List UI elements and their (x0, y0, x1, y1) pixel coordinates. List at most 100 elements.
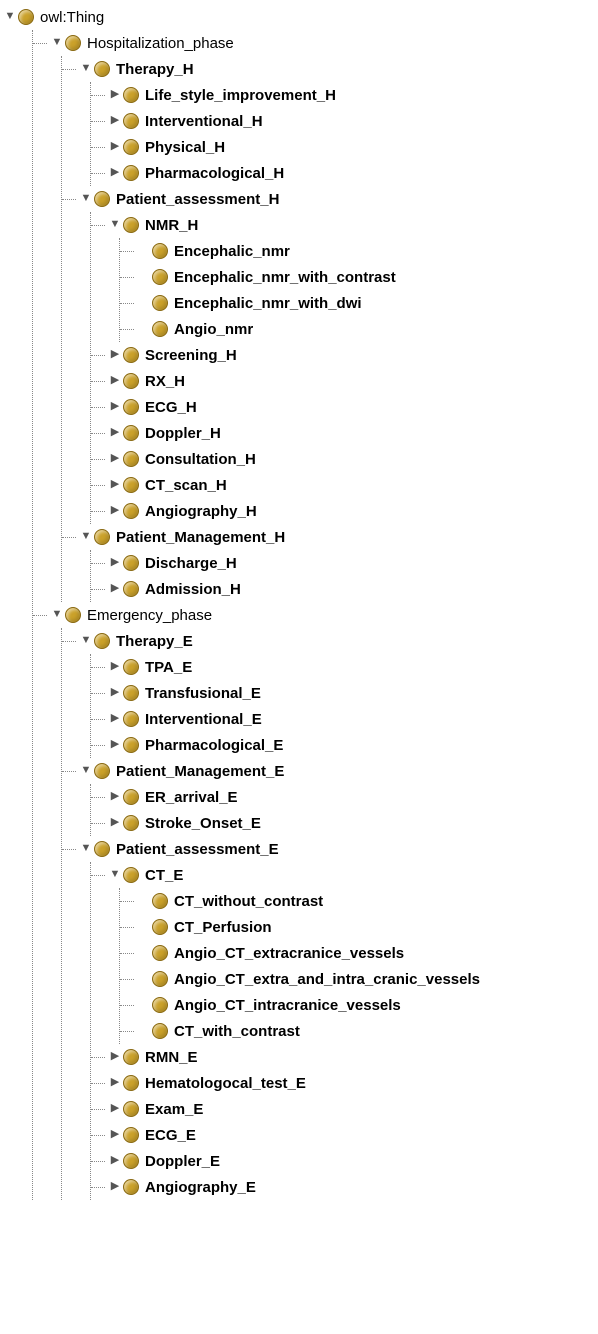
tree-node-angio-ct-extra-and-intra-cranic-vessels[interactable]: Angio_CT_extra_and_intra_cranic_vessels (120, 966, 594, 992)
expand-toggle-open-icon[interactable]: ▼ (109, 217, 121, 232)
tree-node-physical-h[interactable]: ▶Physical_H (91, 134, 594, 160)
tree-node-hematologocal-test-e[interactable]: ▶Hematologocal_test_E (91, 1070, 594, 1096)
tree-node-label: NMR_H (145, 214, 198, 236)
tree-node-label: Angio_nmr (174, 318, 253, 340)
tree-node-rmn-e[interactable]: ▶RMN_E (91, 1044, 594, 1070)
expand-toggle-closed-icon[interactable]: ▶ (109, 1179, 121, 1194)
expand-toggle-closed-icon[interactable]: ▶ (109, 555, 121, 570)
tree-node-label: Angio_CT_intracranice_vessels (174, 994, 401, 1016)
tree-node-tpa-e[interactable]: ▶TPA_E (91, 654, 594, 680)
expand-toggle-closed-icon[interactable]: ▶ (109, 425, 121, 440)
tree-node-stroke-onset-e[interactable]: ▶Stroke_Onset_E (91, 810, 594, 836)
expand-toggle-closed-icon[interactable]: ▶ (109, 113, 121, 128)
expand-toggle-closed-icon[interactable]: ▶ (109, 373, 121, 388)
tree-connector (91, 212, 109, 238)
tree-node-therapy-e[interactable]: ▼Therapy_E (62, 628, 594, 654)
expand-toggle-open-icon[interactable]: ▼ (51, 607, 63, 622)
tree-connector (91, 1122, 109, 1148)
tree-node-admission-h[interactable]: ▶Admission_H (91, 576, 594, 602)
tree-connector (91, 446, 109, 472)
tree-node-ct-without-contrast[interactable]: CT_without_contrast (120, 888, 594, 914)
tree-node-emergency-phase[interactable]: ▼Emergency_phase (33, 602, 594, 628)
expand-toggle-open-icon[interactable]: ▼ (80, 61, 92, 76)
tree-node-discharge-h[interactable]: ▶Discharge_H (91, 550, 594, 576)
tree-node-encephalic-nmr-with-dwi[interactable]: Encephalic_nmr_with_dwi (120, 290, 594, 316)
expand-toggle-open-icon[interactable]: ▼ (4, 9, 16, 24)
tree-node-interventional-e[interactable]: ▶Interventional_E (91, 706, 594, 732)
tree-node-label: owl:Thing (40, 6, 104, 28)
tree-node-patient-management-h[interactable]: ▼Patient_Management_H (62, 524, 594, 550)
tree-node-angio-ct-extracranice-vessels[interactable]: Angio_CT_extracranice_vessels (120, 940, 594, 966)
expand-toggle-closed-icon[interactable]: ▶ (109, 789, 121, 804)
expand-toggle-closed-icon[interactable]: ▶ (109, 1101, 121, 1116)
class-bullet-icon (152, 919, 168, 935)
expand-toggle-closed-icon[interactable]: ▶ (109, 399, 121, 414)
tree-node-angio-ct-intracranice-vessels[interactable]: Angio_CT_intracranice_vessels (120, 992, 594, 1018)
tree-node-pharmacological-h[interactable]: ▶Pharmacological_H (91, 160, 594, 186)
class-bullet-icon (152, 243, 168, 259)
class-bullet-icon (94, 763, 110, 779)
tree-node-exam-e[interactable]: ▶Exam_E (91, 1096, 594, 1122)
expand-toggle-open-icon[interactable]: ▼ (80, 191, 92, 206)
tree-node-encephalic-nmr[interactable]: Encephalic_nmr (120, 238, 594, 264)
tree-connector (91, 784, 109, 810)
expand-toggle-closed-icon[interactable]: ▶ (109, 87, 121, 102)
expand-toggle-open-icon[interactable]: ▼ (80, 529, 92, 544)
expand-toggle-open-icon[interactable]: ▼ (80, 763, 92, 778)
expand-toggle-closed-icon[interactable]: ▶ (109, 347, 121, 362)
tree-node-owl-thing[interactable]: ▼ owl:Thing (4, 4, 594, 30)
tree-node-encephalic-nmr-with-contrast[interactable]: Encephalic_nmr_with_contrast (120, 264, 594, 290)
expand-toggle-closed-icon[interactable]: ▶ (109, 685, 121, 700)
tree-node-patient-assessment-e[interactable]: ▼Patient_assessment_E (62, 836, 594, 862)
tree-node-ct-perfusion[interactable]: CT_Perfusion (120, 914, 594, 940)
expand-toggle-open-icon[interactable]: ▼ (109, 867, 121, 882)
tree-connector (91, 134, 109, 160)
expand-toggle-closed-icon[interactable]: ▶ (109, 451, 121, 466)
tree-node-pharmacological-e[interactable]: ▶Pharmacological_E (91, 732, 594, 758)
expand-toggle-closed-icon[interactable]: ▶ (109, 1049, 121, 1064)
expand-toggle-closed-icon[interactable]: ▶ (109, 815, 121, 830)
tree-connector (91, 706, 109, 732)
tree-node-er-arrival-e[interactable]: ▶ER_arrival_E (91, 784, 594, 810)
tree-connector (62, 628, 80, 654)
tree-node-patient-assessment-h[interactable]: ▼Patient_assessment_H (62, 186, 594, 212)
tree-node-consultation-h[interactable]: ▶Consultation_H (91, 446, 594, 472)
tree-node-angio-nmr[interactable]: Angio_nmr (120, 316, 594, 342)
tree-connector (33, 30, 51, 56)
tree-node-doppler-h[interactable]: ▶Doppler_H (91, 420, 594, 446)
tree-node-doppler-e[interactable]: ▶Doppler_E (91, 1148, 594, 1174)
tree-node-transfusional-e[interactable]: ▶Transfusional_E (91, 680, 594, 706)
tree-node-patient-management-e[interactable]: ▼Patient_Management_E (62, 758, 594, 784)
expand-toggle-closed-icon[interactable]: ▶ (109, 711, 121, 726)
expand-toggle-closed-icon[interactable]: ▶ (109, 737, 121, 752)
expand-toggle-closed-icon[interactable]: ▶ (109, 477, 121, 492)
tree-node-ct-e[interactable]: ▼CT_E (91, 862, 594, 888)
tree-node-ct-scan-h[interactable]: ▶CT_scan_H (91, 472, 594, 498)
tree-node-ct-with-contrast[interactable]: CT_with_contrast (120, 1018, 594, 1044)
tree-node-therapy-h[interactable]: ▼Therapy_H (62, 56, 594, 82)
expand-toggle-open-icon[interactable]: ▼ (51, 35, 63, 50)
tree-node-ecg-e[interactable]: ▶ECG_E (91, 1122, 594, 1148)
tree-node-nmr-h[interactable]: ▼ NMR_H (91, 212, 594, 238)
class-bullet-icon (152, 295, 168, 311)
expand-toggle-closed-icon[interactable]: ▶ (109, 139, 121, 154)
expand-toggle-closed-icon[interactable]: ▶ (109, 1153, 121, 1168)
expand-toggle-open-icon[interactable]: ▼ (80, 633, 92, 648)
tree-node-label: Interventional_H (145, 110, 263, 132)
expand-toggle-closed-icon[interactable]: ▶ (109, 1075, 121, 1090)
tree-node-angiography-h[interactable]: ▶Angiography_H (91, 498, 594, 524)
expand-toggle-closed-icon[interactable]: ▶ (109, 581, 121, 596)
tree-node-rx-h[interactable]: ▶RX_H (91, 368, 594, 394)
tree-node-interventional-h[interactable]: ▶ Interventional_H (91, 108, 594, 134)
expand-toggle-closed-icon[interactable]: ▶ (109, 503, 121, 518)
tree-node-screening-h[interactable]: ▶Screening_H (91, 342, 594, 368)
tree-node-ecg-h[interactable]: ▶ECG_H (91, 394, 594, 420)
expand-toggle-closed-icon[interactable]: ▶ (109, 165, 121, 180)
expand-toggle-closed-icon[interactable]: ▶ (109, 659, 121, 674)
tree-node-life-style-improvement-h[interactable]: ▶Life_style_improvement_H (91, 82, 594, 108)
tree-connector (120, 914, 138, 940)
expand-toggle-closed-icon[interactable]: ▶ (109, 1127, 121, 1142)
tree-node-angiography-e[interactable]: ▶Angiography_E (91, 1174, 594, 1200)
tree-node-hospitalization-phase[interactable]: ▼Hospitalization_phase (33, 30, 594, 56)
expand-toggle-open-icon[interactable]: ▼ (80, 841, 92, 856)
